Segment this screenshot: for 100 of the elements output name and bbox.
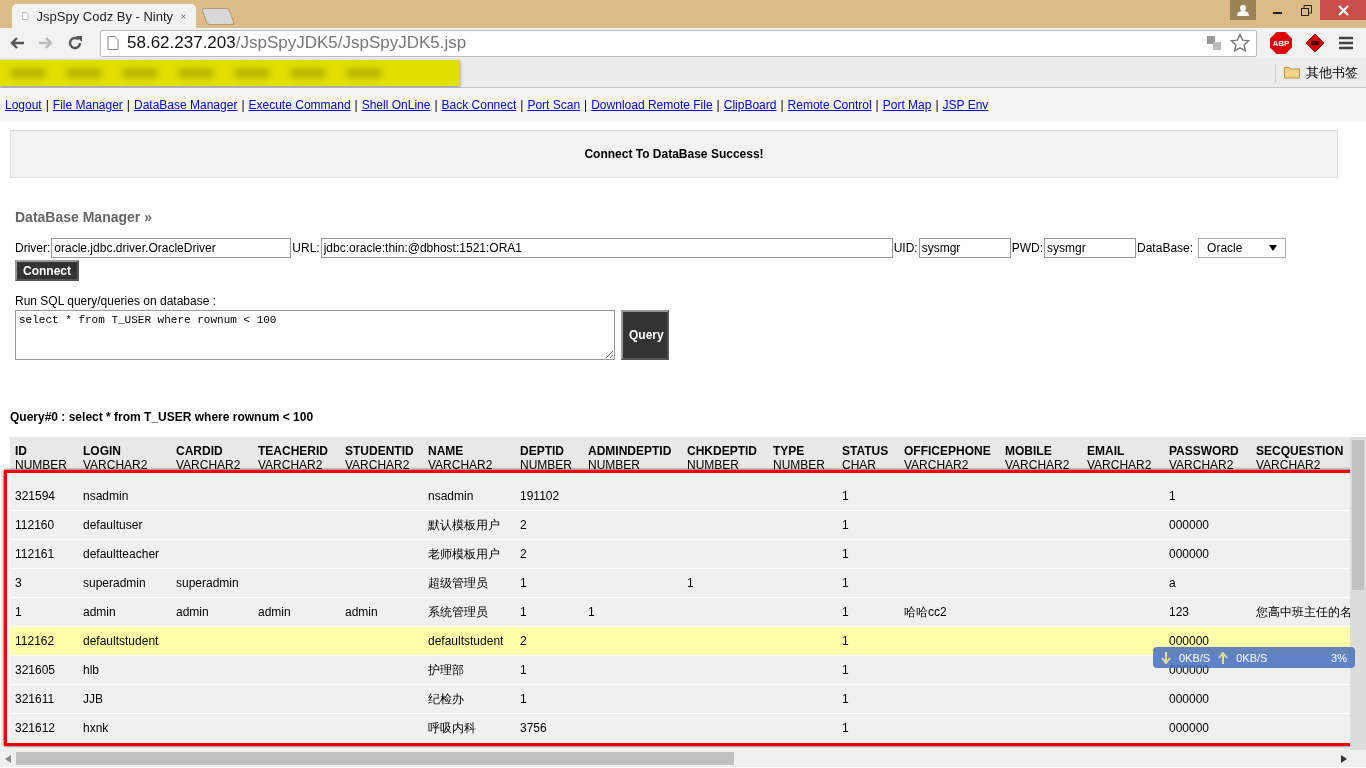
nav-link[interactable]: Logout — [5, 98, 42, 122]
table-cell: 321612 — [15, 721, 56, 735]
table-cell: 1 — [1169, 489, 1176, 503]
table-cell: 1 — [842, 634, 849, 648]
horizontal-scrollbar[interactable] — [0, 750, 1366, 767]
translate-icon[interactable] — [1206, 35, 1222, 51]
table-cell: 1 — [842, 576, 849, 590]
table-cell: 1 — [842, 605, 849, 619]
table-cell: superadmin — [83, 576, 146, 590]
section-title: DataBase Manager » — [15, 209, 153, 225]
table-cell: defaultstudent — [83, 634, 159, 648]
folder-icon — [1284, 66, 1300, 79]
table-cell: 默认模板用户 — [428, 517, 500, 532]
driver-field[interactable]: oracle.jdbc.driver.OracleDriver — [51, 238, 292, 258]
table-cell: 3 — [15, 576, 22, 590]
table-cell: 1 — [842, 692, 849, 706]
user-icon[interactable] — [1230, 0, 1256, 20]
table-cell: superadmin — [176, 576, 239, 590]
sql-field[interactable]: select * from T_USER where rownum < 100 — [15, 310, 615, 360]
field-label: UID: — [893, 241, 918, 255]
nav-link[interactable]: Back Connect — [441, 98, 517, 122]
table-cell: 1 — [842, 721, 849, 735]
table-cell: 191102 — [520, 489, 560, 503]
address-bar[interactable]: 58.62.237.203/JspSpyJDK5/JspSpyJDK5.jsp — [100, 29, 1257, 57]
close-button[interactable] — [1320, 0, 1366, 20]
nav-link[interactable]: Port Map — [882, 98, 932, 122]
nav-link[interactable]: File Manager — [52, 98, 123, 122]
diamond-extension-icon[interactable] — [1305, 33, 1325, 53]
nav-link[interactable]: Download Remote File — [591, 98, 713, 122]
query-button[interactable]: Query — [621, 310, 669, 360]
nav-link[interactable]: Shell OnLine — [361, 98, 431, 122]
table-row[interactable]: 112160 defaultuser 默认模板用户 2 1 000000 — [10, 510, 1361, 540]
browser-tab[interactable]: JspSpy Codz By - Ninty — [12, 4, 196, 28]
table-cell: 1 — [842, 663, 849, 677]
table-cell: admin — [176, 605, 209, 619]
table-cell: 000000 — [1169, 692, 1210, 706]
table-cell: 112161 — [15, 547, 55, 561]
menu-icon[interactable] — [1338, 36, 1354, 50]
field-label: DataBase: — [1137, 241, 1194, 255]
table-cell: 1 — [842, 489, 849, 503]
separator: | — [935, 98, 939, 114]
table-cell: 123 — [1169, 605, 1190, 619]
nav-link[interactable]: Remote Control — [787, 98, 872, 122]
maximize-icon[interactable] — [1300, 4, 1312, 16]
adblock-extension-icon[interactable]: ABP — [1270, 32, 1292, 54]
field-label: PWD: — [1011, 241, 1044, 255]
sql-label: Run SQL query/queries on database : — [15, 294, 218, 308]
download-arrow-icon — [1161, 651, 1171, 664]
bookmark-folder[interactable]: 其他书签 — [1275, 63, 1366, 82]
close-icon — [1337, 4, 1349, 16]
database-select[interactable]: Oracle — [1198, 238, 1287, 258]
uid-field[interactable]: sysmgr — [918, 238, 1011, 258]
reload-icon[interactable] — [67, 35, 83, 51]
scroll-left-icon[interactable] — [5, 754, 11, 763]
nav-link[interactable]: Port Scan — [527, 98, 581, 122]
nav-link[interactable]: Execute Command — [248, 98, 351, 122]
table-cell: 1 — [588, 605, 595, 619]
connect-button[interactable]: Connect — [15, 260, 79, 281]
star-icon[interactable] — [1230, 33, 1250, 53]
table-cell: 呼吸内科 — [428, 720, 476, 735]
table-cell: 3756 — [520, 721, 547, 735]
url-field[interactable]: jdbc:oracle:thin:@dbhost:1521:ORA1 — [320, 238, 893, 258]
table-cell: JJB — [83, 692, 103, 706]
separator: | — [354, 98, 358, 114]
page-icon — [107, 36, 119, 50]
scroll-right-icon[interactable] — [1341, 754, 1347, 763]
table-cell: 000000 — [1169, 547, 1210, 561]
table-cell: 哈哈cc2 — [904, 604, 947, 619]
table-row[interactable]: 321594 nsadmin nsadmin 191102 1 1 — [10, 477, 1361, 511]
back-icon[interactable] — [9, 36, 25, 50]
page-icon — [22, 9, 29, 23]
separator: | — [126, 98, 130, 114]
vertical-scrollbar[interactable] — [1350, 437, 1366, 750]
table-cell: defaultstudent — [428, 634, 504, 648]
table-cell: defaultteacher — [83, 547, 160, 561]
field-label: Driver: — [15, 241, 51, 255]
table-cell: 护理部 — [428, 662, 464, 677]
table-cell: hlb — [83, 663, 99, 677]
nav-link[interactable]: ClipBoard — [723, 98, 777, 122]
separator: | — [241, 98, 245, 114]
success-message: Connect To DataBase Success! — [584, 147, 764, 161]
table-cell: 000000 — [1169, 634, 1210, 648]
table-row[interactable]: 112161 defaultteacher 老师模板用户 2 1 000000 — [10, 539, 1361, 569]
pwd-field[interactable]: sysmgr — [1044, 238, 1137, 258]
table-cell: nsadmin — [428, 489, 474, 503]
table-row[interactable]: 1 admin admin admin admin 系统管理员 1 1 1 哈哈cc2 123 您高中班主任的名 — [10, 597, 1361, 627]
table-cell: 老师模板用户 — [428, 546, 500, 561]
table-cell: 纪检办 — [428, 691, 464, 706]
table-cell: admin — [258, 605, 291, 619]
nav-link[interactable]: JSP Env — [942, 98, 989, 122]
nav-link[interactable]: DataBase Manager — [134, 98, 238, 122]
table-row[interactable]: 321612 hxnk 呼吸内科 3756 1 000000 — [10, 713, 1361, 742]
table-row[interactable]: 3 superadmin superadmin 超级管理员 1 1 1 a — [10, 568, 1361, 598]
table-row[interactable]: 321611 JJB 纪检办 1 1 000000 — [10, 684, 1361, 714]
table-cell: 系统管理员 — [428, 604, 488, 619]
query-title: Query#0 : select * from T_USER where rownum < 100 — [10, 410, 315, 424]
separator: | — [875, 98, 879, 114]
separator: | — [716, 98, 720, 114]
table-cell: 1 — [842, 547, 849, 561]
table-cell: admin — [345, 605, 378, 619]
